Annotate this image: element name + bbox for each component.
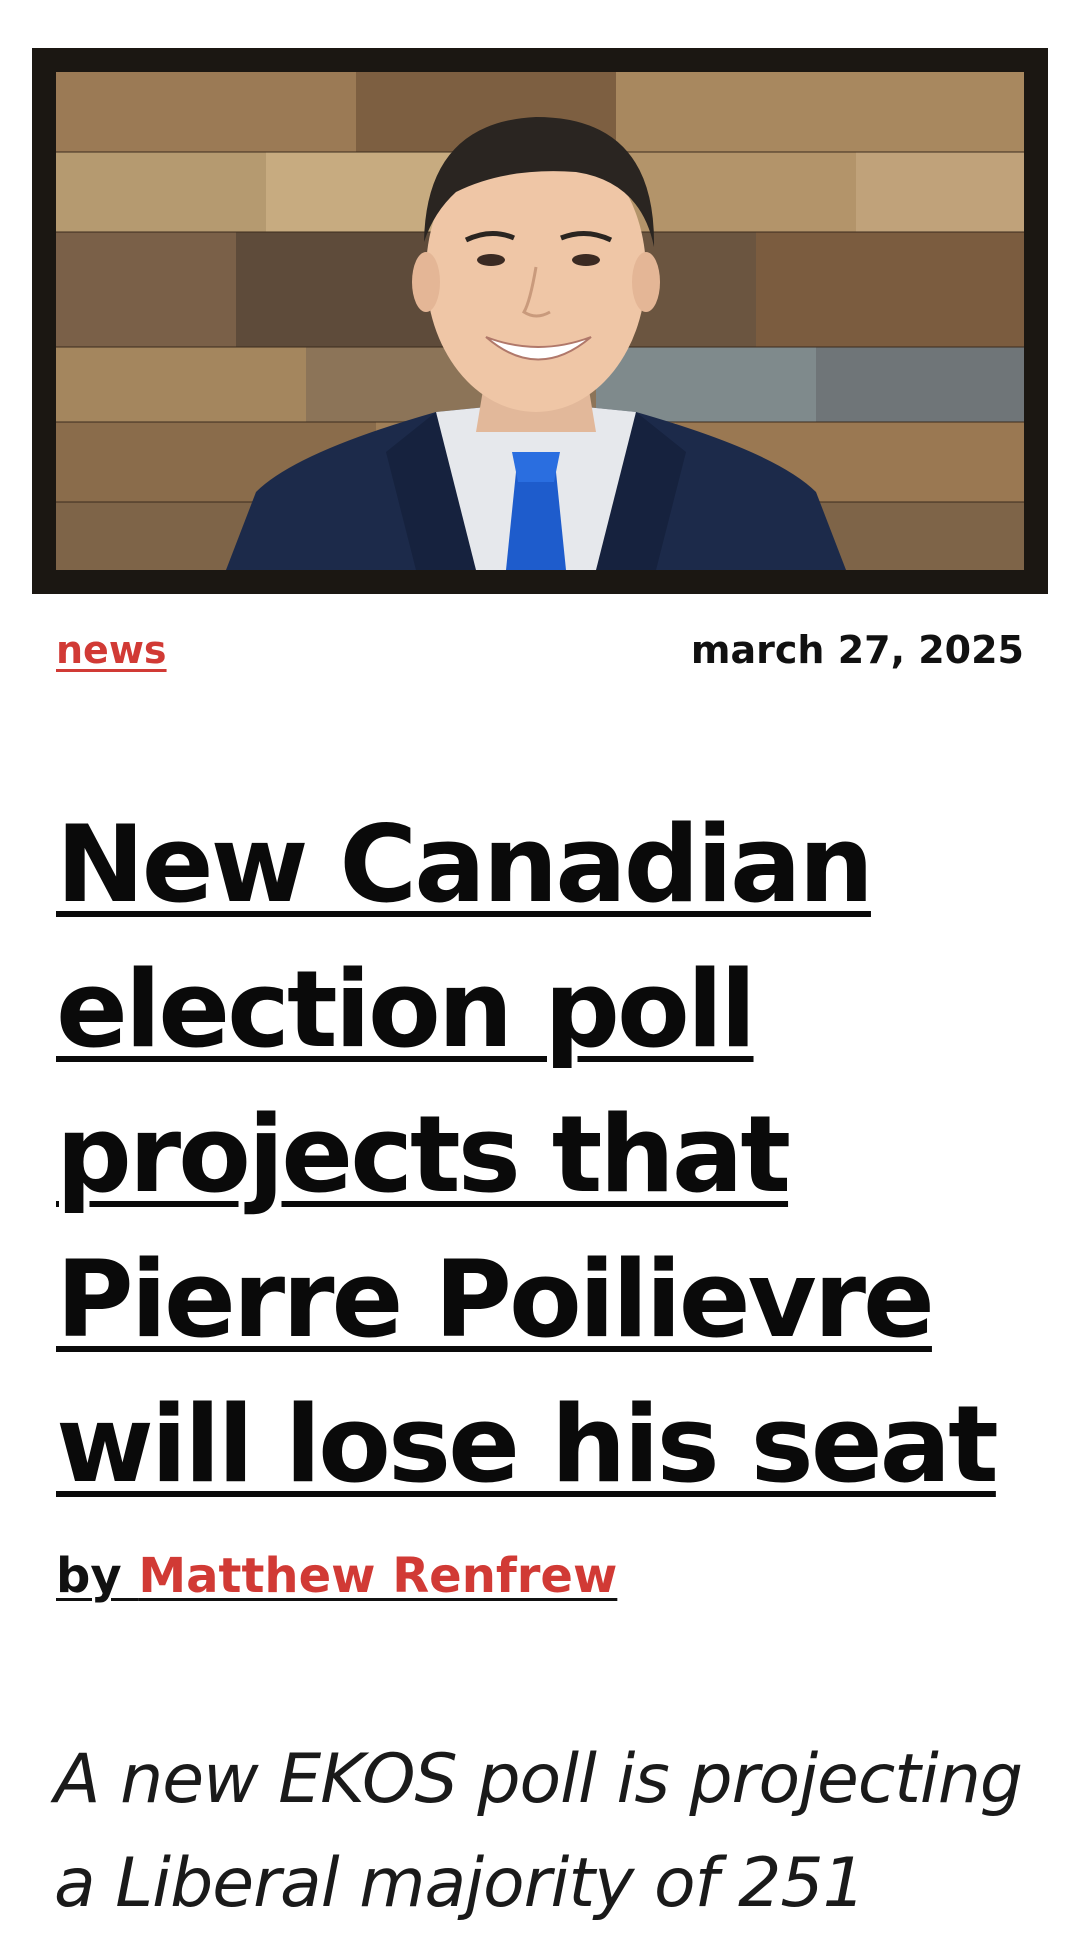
publish-date: march 27, 2025 [690, 628, 1024, 672]
hero-photo [56, 72, 1024, 570]
article-headline: New Canadian election poll projects that… [56, 792, 1036, 1517]
portrait-photo [56, 72, 1024, 570]
hero-image[interactable] [32, 48, 1048, 594]
article-dek: A new EKOS poll is projecting a Liberal … [54, 1740, 1023, 1923]
byline-prefix: by [56, 1548, 139, 1604]
byline: by Matthew Renfrew [56, 1548, 617, 1604]
author-link[interactable]: Matthew Renfrew [138, 1548, 617, 1604]
headline-link[interactable]: New Canadian election poll projects that… [56, 803, 999, 1506]
article-meta: news march 27, 2025 [56, 622, 1024, 678]
category-link[interactable]: news [56, 628, 167, 672]
